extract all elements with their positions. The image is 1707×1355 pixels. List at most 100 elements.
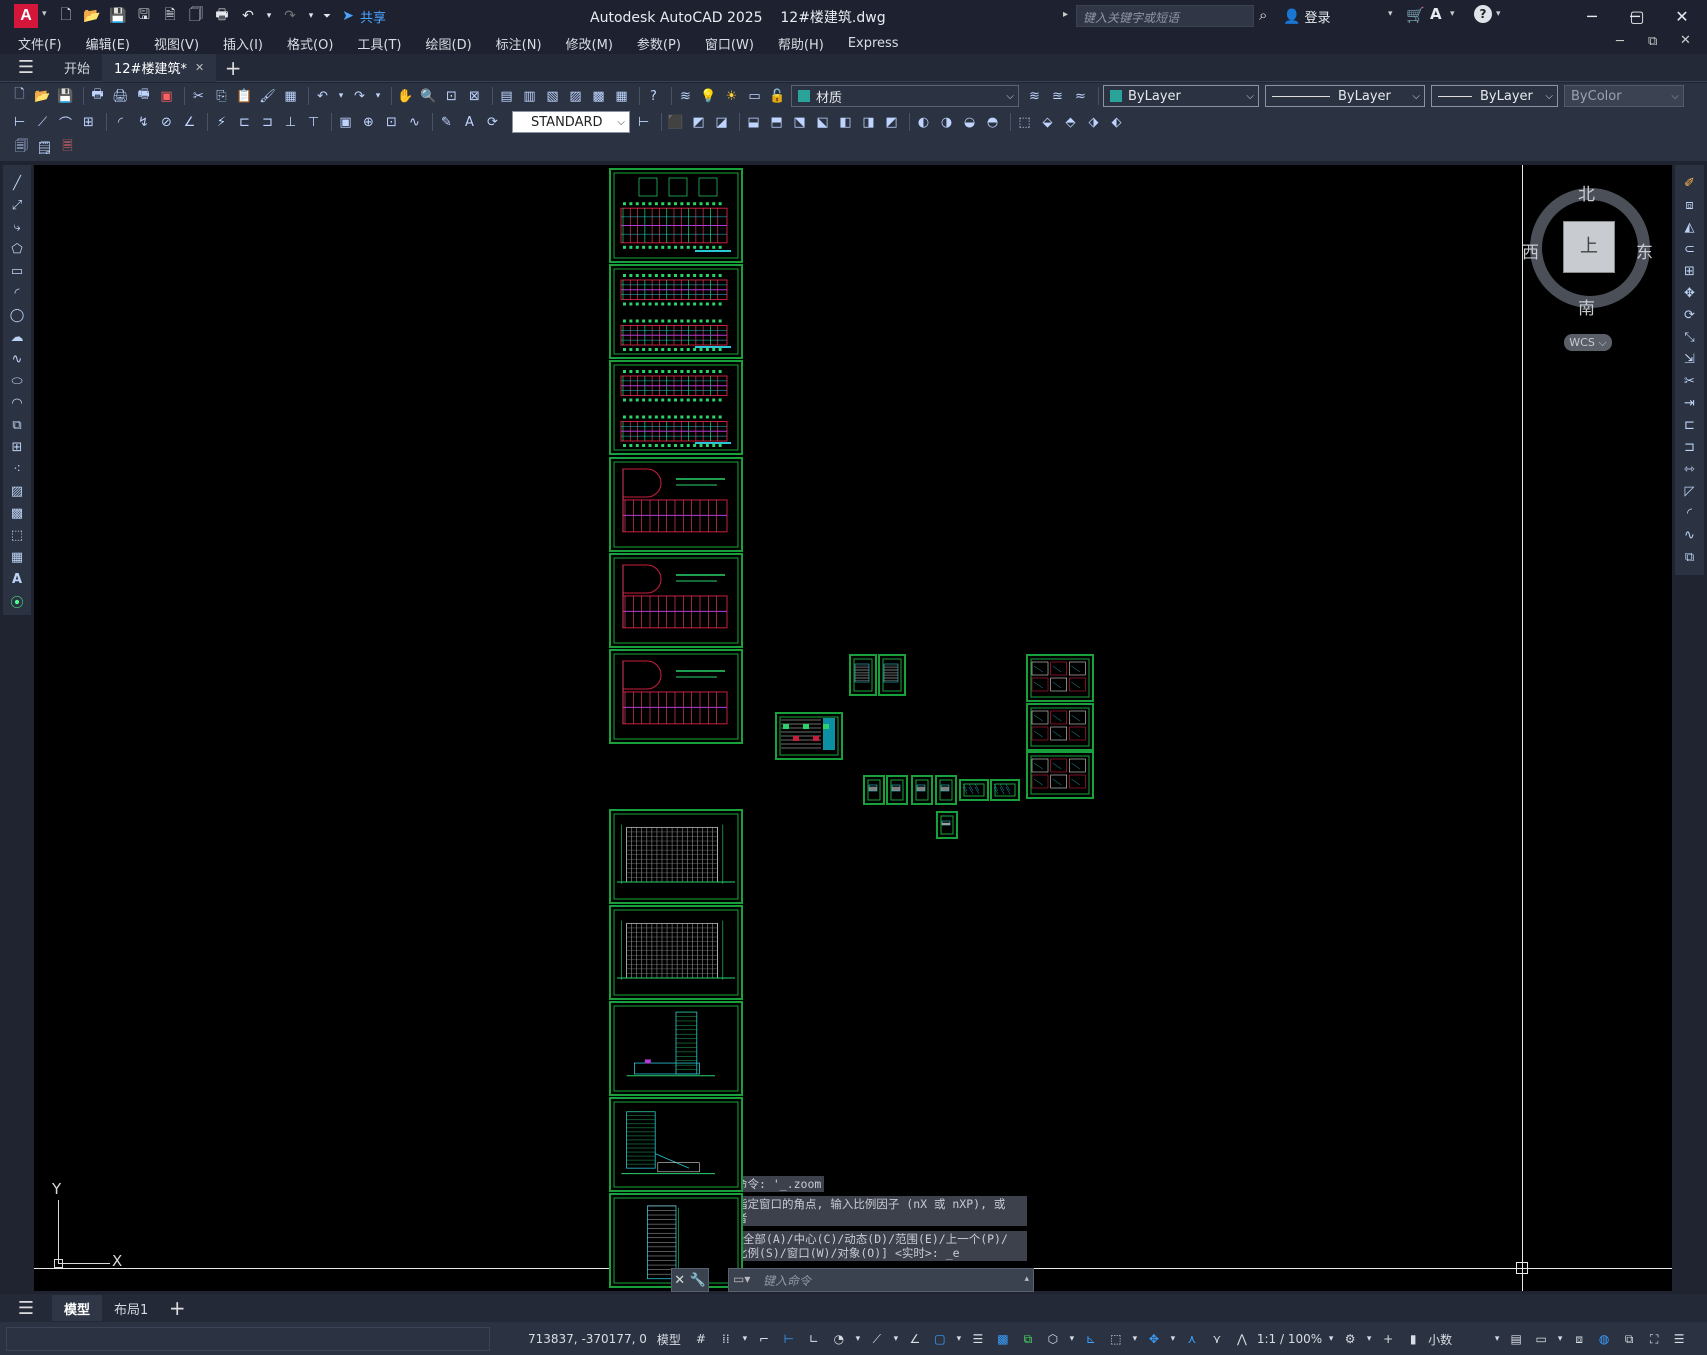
- polyline-icon[interactable]: ⤷: [6, 217, 28, 237]
- open-file-icon[interactable]: 📂: [82, 6, 102, 26]
- dimension-update-icon[interactable]: ⟳: [483, 113, 502, 132]
- help-search-input[interactable]: 键入关键字或短语: [1076, 5, 1254, 27]
- 3d-box-icon[interactable]: ⬛: [666, 113, 685, 132]
- 3d-print-icon[interactable]: ▣: [157, 87, 176, 106]
- center-mark-icon[interactable]: ⊕: [359, 113, 378, 132]
- drawing-sheet[interactable]: [609, 360, 743, 455]
- viewcube-face-top[interactable]: 上: [1563, 221, 1615, 273]
- publish-icon[interactable]: 🖷: [134, 87, 153, 106]
- 3d-subtract-icon[interactable]: ◩: [882, 113, 901, 132]
- layout-menu-icon[interactable]: ☰: [0, 1298, 52, 1319]
- drawing-sheet[interactable]: [609, 264, 743, 359]
- 3d-array-icon[interactable]: ⬖: [1107, 113, 1126, 132]
- lineweight-toggle-icon[interactable]: ☰: [968, 1328, 988, 1350]
- drawing-sheet[interactable]: [878, 654, 906, 696]
- menu-dimension[interactable]: 标注(N): [496, 34, 542, 53]
- grid-icon[interactable]: #: [691, 1328, 711, 1350]
- snap-dropdown-icon[interactable]: ▾: [741, 1328, 749, 1350]
- 3d-extrude-icon[interactable]: ⬓: [744, 113, 763, 132]
- 3d-loft-icon[interactable]: ⬕: [813, 113, 832, 132]
- match-properties-icon[interactable]: 🖌: [258, 87, 277, 106]
- doc-close-icon[interactable]: ✕: [1680, 33, 1691, 48]
- plot-icon[interactable]: 🖶: [212, 6, 232, 26]
- revision-cloud-icon[interactable]: ☁: [6, 327, 28, 347]
- help-toolbar-icon[interactable]: ?: [644, 87, 663, 106]
- tab-start[interactable]: 开始: [52, 54, 102, 82]
- drawing-sheet[interactable]: [849, 654, 877, 696]
- polar-dropdown-icon[interactable]: ▾: [854, 1328, 862, 1350]
- gizmo-icon[interactable]: ✥: [1144, 1328, 1164, 1350]
- drawing-canvas[interactable]: Y X 命令: '_.zoom 指定窗口的角点, 输入比例因子 (nX 或 nX…: [34, 165, 1672, 1291]
- new-file-icon[interactable]: 🗋: [56, 6, 76, 26]
- menu-parametric[interactable]: 参数(P): [637, 34, 681, 53]
- auto-scale-icon[interactable]: ⋎: [1207, 1328, 1227, 1350]
- 3d-mirror-icon[interactable]: ⬗: [1084, 113, 1103, 132]
- customization-icon[interactable]: ☰: [1669, 1328, 1689, 1350]
- wcs-dropdown[interactable]: WCS ⌵: [1564, 334, 1612, 351]
- command-grip[interactable]: ✕ 🔧: [671, 1268, 709, 1292]
- lineweight-dropdown[interactable]: ByLayer ⌵: [1431, 85, 1558, 107]
- model-space-toggle[interactable]: 模型: [657, 1328, 681, 1350]
- stretch-icon[interactable]: ⇲: [1679, 349, 1701, 369]
- menu-file[interactable]: 文件(F): [18, 34, 62, 53]
- drawing-sheet[interactable]: [1026, 654, 1094, 702]
- dimension-style-dropdown[interactable]: STANDARD ⌵: [512, 111, 630, 133]
- layer-previous-icon[interactable]: ≊: [1048, 87, 1067, 106]
- customize-qat-icon[interactable]: ⏷: [322, 6, 332, 26]
- help-dropdown-icon[interactable]: ▾: [1496, 9, 1501, 19]
- scale-icon[interactable]: ⤡: [1679, 327, 1701, 347]
- command-prompt-icon[interactable]: ▭▾: [733, 1272, 750, 1286]
- point-icon[interactable]: ⁖: [6, 459, 28, 479]
- linear-dimension-icon[interactable]: ⊢: [10, 113, 29, 132]
- save-toolbar-icon[interactable]: 💾: [56, 87, 75, 106]
- layer-dropdown[interactable]: 材质 ⌵: [791, 85, 1019, 107]
- inspection-icon[interactable]: ⊡: [382, 113, 401, 132]
- dimension-space-icon[interactable]: ⊥: [281, 113, 300, 132]
- menu-help[interactable]: 帮助(H): [778, 34, 824, 53]
- dimension-text-edit-icon[interactable]: A: [460, 113, 479, 132]
- redo-toolbar-icon[interactable]: ↷: [350, 87, 369, 106]
- break-icon[interactable]: ⊐: [1679, 437, 1701, 457]
- 3d-slice-icon[interactable]: ◑: [937, 113, 956, 132]
- offset-icon[interactable]: ⊂: [1679, 239, 1701, 259]
- construction-line-icon[interactable]: ⤢: [6, 195, 28, 215]
- drawing-sheet[interactable]: [609, 649, 743, 744]
- isolate-objects-icon[interactable]: ⧈: [1569, 1328, 1589, 1350]
- menu-draw[interactable]: 绘图(D): [426, 34, 472, 53]
- rotate-icon[interactable]: ⟳: [1679, 305, 1701, 325]
- radius-dimension-icon[interactable]: ◜: [111, 113, 130, 132]
- angular-dimension-icon[interactable]: ∠: [180, 113, 199, 132]
- command-input[interactable]: ▭▾ 键入命令 ▴: [728, 1268, 1034, 1292]
- tool-palettes-icon[interactable]: ▧: [543, 87, 562, 106]
- fillet-icon[interactable]: ◜: [1679, 503, 1701, 523]
- window-restore-icon[interactable]: ▢: [1617, 3, 1657, 29]
- search-expand-icon[interactable]: ▸: [1063, 9, 1068, 20]
- osnap-dropdown-icon[interactable]: ▾: [955, 1328, 963, 1350]
- annotation-visibility-icon[interactable]: ⋏: [1182, 1328, 1202, 1350]
- autodesk-a360-icon[interactable]: A: [1430, 5, 1442, 23]
- cut-icon[interactable]: ✂: [189, 87, 208, 106]
- selection-filter-dropdown-icon[interactable]: ▾: [1131, 1328, 1139, 1350]
- drawing-sheet[interactable]: [863, 775, 885, 805]
- arc-icon[interactable]: ◜: [6, 283, 28, 303]
- new-layout-icon[interactable]: 🗐: [12, 139, 31, 158]
- zoom-realtime-icon[interactable]: 🔍: [419, 87, 438, 106]
- circle-icon[interactable]: ◯: [6, 305, 28, 325]
- layer-on-bulb-icon[interactable]: 💡: [699, 87, 718, 106]
- extend-icon[interactable]: ⇥: [1679, 393, 1701, 413]
- lock-ui-dropdown-icon[interactable]: ▾: [1556, 1328, 1564, 1350]
- new-layout-plus-icon[interactable]: +: [160, 1296, 194, 1320]
- erase-icon[interactable]: ✐: [1679, 173, 1701, 193]
- menu-edit[interactable]: 编辑(E): [86, 34, 130, 53]
- search-icon[interactable]: ⌕: [1259, 6, 1267, 24]
- selection-cycling-icon[interactable]: ⧉: [1018, 1328, 1038, 1350]
- diameter-dimension-icon[interactable]: ⊘: [157, 113, 176, 132]
- chamfer-icon[interactable]: ◸: [1679, 481, 1701, 501]
- save-to-web-icon[interactable]: 🗍: [186, 6, 206, 26]
- color-dropdown[interactable]: ByLayer ⌵: [1103, 85, 1259, 107]
- aligned-dimension-icon[interactable]: ⟋: [33, 113, 52, 132]
- undo-list-icon[interactable]: ▾: [336, 87, 346, 106]
- tab-model[interactable]: 模型: [52, 1295, 103, 1321]
- login-button[interactable]: 👤 登录: [1283, 7, 1330, 27]
- 3d-union-icon[interactable]: ◨: [859, 113, 878, 132]
